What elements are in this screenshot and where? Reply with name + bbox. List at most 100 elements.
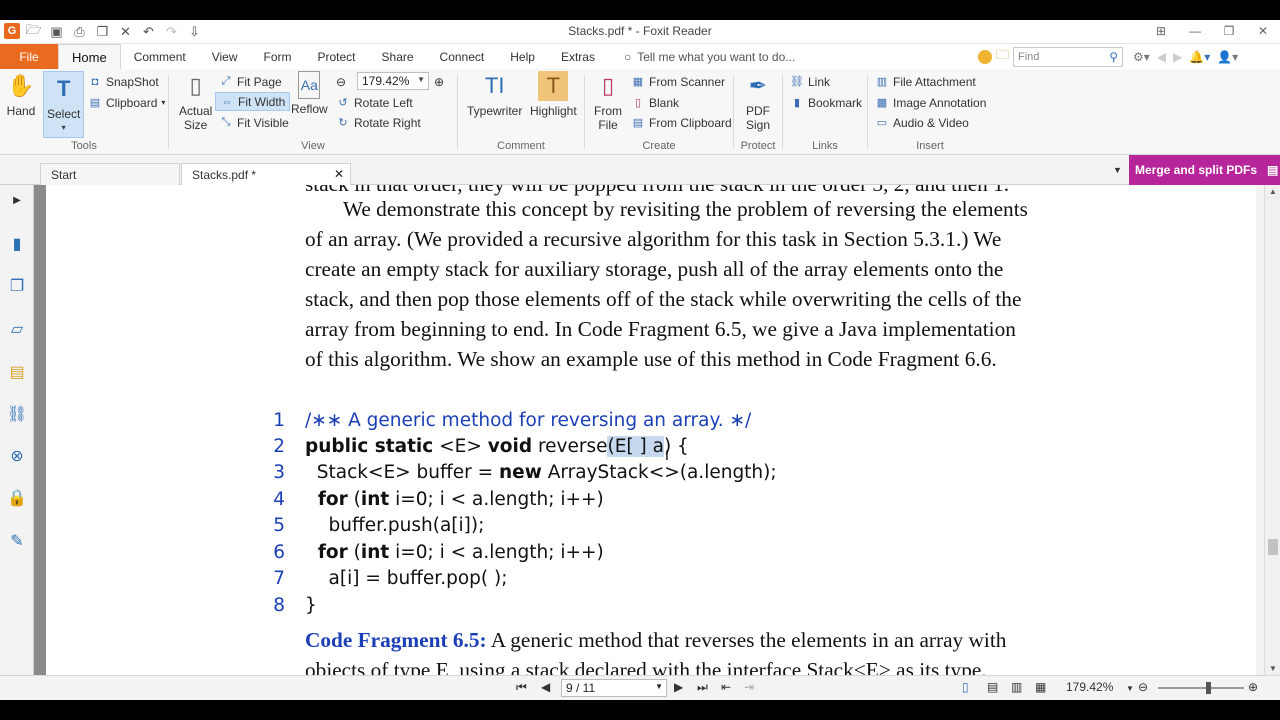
pages-panel-icon[interactable]: ❐ <box>6 275 28 297</box>
forward-icon[interactable]: ▶ <box>1173 50 1182 64</box>
audio-video-label: Audio & Video <box>893 115 969 130</box>
next-page-icon[interactable]: ▶ <box>674 680 683 694</box>
zoom-slider-knob[interactable] <box>1206 682 1211 694</box>
expand-pane-icon[interactable]: ▶ <box>6 189 28 211</box>
highlight-button[interactable]: T Highlight <box>530 71 577 118</box>
nav-tiny-icons: ⚙▾ ◀ ▶ 🔔▾ 👤▾ <box>1133 50 1238 64</box>
back-icon[interactable]: ◀ <box>1157 50 1166 64</box>
tab-comment[interactable]: Comment <box>121 44 199 69</box>
fit-width-button[interactable]: ⇔ Fit Width <box>215 92 291 111</box>
restore-button[interactable]: ❐ <box>1212 20 1246 42</box>
from-clipboard-button[interactable]: ▤ From Clipboard <box>631 113 732 132</box>
paragraph-line: of this algorithm. We show an example us… <box>305 347 997 371</box>
vertical-scrollbar[interactable]: ▲ ▼ <box>1264 185 1280 675</box>
bookmark-button[interactable]: ▮ Bookmark <box>790 93 862 112</box>
signature-panel-icon[interactable]: ⊗ <box>6 445 28 467</box>
pdf-page[interactable]: stack in that order, they will be popped… <box>46 185 1256 675</box>
tab-stacks-pdf[interactable]: Stacks.pdf * ✕ <box>181 163 351 185</box>
tell-me-box[interactable]: ○ Tell me what you want to do... <box>608 44 795 69</box>
scroll-down-icon[interactable]: ▼ <box>1269 664 1277 673</box>
search-icon[interactable]: ⚲ <box>1109 50 1118 64</box>
attachments-panel-icon[interactable]: ⛓ <box>6 403 28 425</box>
scrollbar-thumb[interactable] <box>1268 539 1278 555</box>
snapshot-button[interactable]: ◘ SnapShot <box>88 72 159 91</box>
previous-page-icon[interactable]: ◀ <box>541 680 550 694</box>
find-input[interactable]: Find ⚲ <box>1013 47 1124 67</box>
selected-text-highlight[interactable]: (E[ ] a <box>607 436 664 457</box>
tab-share[interactable]: Share <box>369 44 427 69</box>
close-tab-icon[interactable]: ✕ <box>334 167 344 181</box>
pdf-sign-button[interactable]: ✒ PDF Sign <box>743 71 773 133</box>
status-zoom-value[interactable]: 179.42% <box>1066 680 1113 694</box>
typewriter-button[interactable]: TI Typewriter <box>467 71 523 119</box>
comment-group: TI Typewriter T Highlight Comment <box>458 69 585 155</box>
typewriter-label: Typewriter <box>467 104 523 118</box>
clipboard-button[interactable]: ▤ Clipboard ▾ <box>88 93 166 112</box>
image-annotation-button[interactable]: ▩ Image Annotation <box>875 93 987 112</box>
settings-icon[interactable]: ⚙▾ <box>1133 50 1150 64</box>
smiley-icon[interactable] <box>978 50 992 64</box>
zoom-in-icon[interactable]: ⊕ <box>1248 680 1258 694</box>
scroll-up-icon[interactable]: ▲ <box>1269 187 1277 196</box>
tab-connect[interactable]: Connect <box>427 44 498 69</box>
zoom-out-icon[interactable]: ⊖ <box>1138 680 1148 694</box>
links-group-label: Links <box>812 140 838 152</box>
continuous-view-icon[interactable]: ▤ <box>987 680 998 694</box>
from-file-button[interactable]: ▯ From File <box>593 71 623 133</box>
tools-panel-icon[interactable]: ✎ <box>6 530 28 552</box>
reflow-button[interactable]: Aa Reflow <box>291 71 328 116</box>
user-icon[interactable]: 👤▾ <box>1217 50 1238 64</box>
tab-protect[interactable]: Protect <box>305 44 369 69</box>
tab-form[interactable]: Form <box>251 44 305 69</box>
security-lock-icon[interactable]: 🔒 <box>6 487 28 509</box>
page-number-input[interactable]: 9 / 11 ▼ <box>561 679 667 697</box>
comments-panel-icon[interactable]: ▤ <box>6 361 28 383</box>
continuous-facing-icon[interactable]: ▦ <box>1035 680 1046 694</box>
folder-search-icon[interactable]: 🗀 <box>996 46 1009 68</box>
rotate-left-button[interactable]: ↺ Rotate Left <box>336 93 412 112</box>
actual-size-button[interactable]: ▯ Actual Size <box>179 71 212 133</box>
top-letterbox <box>0 0 1280 20</box>
links-group: ⛓ Link ▮ Bookmark Links <box>783 69 868 155</box>
file-menu-tab[interactable]: File <box>0 44 58 69</box>
ribbon-display-icon[interactable]: ⊞ <box>1144 20 1178 42</box>
last-page-icon[interactable]: ⏭ <box>697 680 708 695</box>
from-scanner-button[interactable]: ▦ From Scanner <box>631 72 725 91</box>
page-icon: ▯ <box>189 73 202 98</box>
bell-icon[interactable]: 🔔▾ <box>1189 50 1210 64</box>
fit-visible-button[interactable]: ⤡ Fit Visible <box>219 113 289 132</box>
file-attachment-button[interactable]: ▥ File Attachment <box>875 72 976 91</box>
link-button[interactable]: ⛓ Link <box>790 72 830 91</box>
minimize-button[interactable]: — <box>1178 20 1212 42</box>
document-tab-bar: Start Stacks.pdf * ✕ ▼ Merge and split P… <box>0 155 1280 185</box>
tab-start[interactable]: Start <box>40 163 180 185</box>
select-button[interactable]: T Select ▾ <box>43 71 85 138</box>
bookmark-panel-icon[interactable]: ▮ <box>6 233 28 255</box>
tab-help[interactable]: Help <box>497 44 548 69</box>
rotate-right-button[interactable]: ↻ Rotate Right <box>336 113 420 132</box>
first-page-icon[interactable]: ⏮ <box>516 680 527 695</box>
zoom-out-icon[interactable]: ⊖ <box>336 72 346 91</box>
audio-video-button[interactable]: ▭ Audio & Video <box>875 113 969 132</box>
image-annotation-label: Image Annotation <box>893 95 987 110</box>
merge-split-banner[interactable]: Merge and split PDFs ▤ <box>1129 155 1280 185</box>
tab-extras[interactable]: Extras <box>548 44 608 69</box>
tab-view[interactable]: View <box>199 44 251 69</box>
tab-home[interactable]: Home <box>58 44 121 70</box>
facing-view-icon[interactable]: ▥ <box>1011 680 1022 694</box>
hand-button[interactable]: ✋ Hand <box>6 71 36 119</box>
previous-view-icon[interactable]: ⇤ <box>721 680 731 694</box>
tab-list-dropdown-icon[interactable]: ▼ <box>1113 165 1122 175</box>
zoom-select[interactable]: 179.42% ▼ <box>357 72 429 90</box>
blank-button[interactable]: ▯ Blank <box>631 93 679 112</box>
fit-page-button[interactable]: ⤢ Fit Page <box>219 72 282 91</box>
layers-panel-icon[interactable]: ▱ <box>6 318 28 340</box>
single-page-view-icon[interactable]: ▯ <box>962 680 969 694</box>
window-controls: ⊞ — ❐ ✕ <box>1144 20 1280 42</box>
zoom-in-icon[interactable]: ⊕ <box>434 72 444 91</box>
zoom-dropdown-icon[interactable]: ▼ <box>1126 684 1134 693</box>
blank-label: Blank <box>649 95 680 110</box>
close-window-button[interactable]: ✕ <box>1246 20 1280 42</box>
next-view-icon[interactable]: ⇥ <box>744 680 754 694</box>
zoom-slider[interactable] <box>1158 682 1244 694</box>
